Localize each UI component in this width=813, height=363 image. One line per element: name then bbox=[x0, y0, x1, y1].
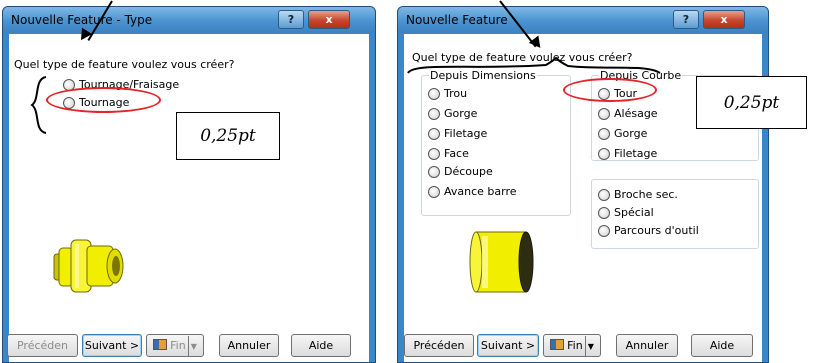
cancel-button[interactable]: Annuler bbox=[219, 334, 279, 357]
finish-icon bbox=[153, 339, 168, 350]
option-broche-sec[interactable]: Broche sec. bbox=[598, 188, 678, 201]
option-label: Parcours d'outil bbox=[614, 224, 699, 237]
option-gorge-courbe[interactable]: Gorge bbox=[598, 127, 647, 140]
radio-button[interactable] bbox=[598, 127, 610, 140]
help-button[interactable]: Aide bbox=[291, 334, 351, 357]
option-face[interactable]: Face bbox=[428, 147, 469, 160]
left-close-button[interactable]: x bbox=[308, 10, 350, 29]
left-question-label: Quel type de feature voulez vous créer? bbox=[14, 58, 235, 71]
radio-button[interactable] bbox=[428, 127, 440, 140]
left-client-area: Quel type de feature voulez vous créer? … bbox=[7, 34, 369, 362]
radio-button[interactable] bbox=[598, 188, 610, 201]
option-label: Broche sec. bbox=[614, 188, 678, 201]
chevron-down-icon: ▼ bbox=[187, 336, 197, 357]
option-filetage[interactable]: Filetage bbox=[428, 127, 487, 140]
right-window-title: Nouvelle Feature bbox=[406, 13, 508, 27]
left-annotation-box: 0,25pt bbox=[176, 112, 280, 160]
radio-button[interactable] bbox=[598, 147, 610, 160]
option-label: Découpe bbox=[444, 165, 493, 178]
option-gorge[interactable]: Gorge bbox=[428, 107, 477, 120]
option-label: Avance barre bbox=[444, 185, 517, 198]
option-label: Face bbox=[444, 147, 469, 160]
left-window-title: Nouvelle Feature - Type bbox=[11, 13, 153, 27]
finish-label: Fin bbox=[170, 339, 186, 352]
finish-label: Fin bbox=[567, 339, 583, 352]
radio-button[interactable] bbox=[598, 206, 610, 219]
right-button-bar: Précéden Suivant > Fin ▼ Annuler Aide bbox=[404, 320, 762, 362]
group-depuis-dimensions: Depuis Dimensions Trou Gorge Filetage Fa… bbox=[421, 69, 571, 216]
option-alesage[interactable]: Alésage bbox=[598, 107, 658, 120]
left-curly-brace-annotation bbox=[30, 76, 47, 134]
next-button[interactable]: Suivant > bbox=[82, 334, 142, 357]
right-title-bar: Nouvelle Feature ? x bbox=[398, 7, 768, 33]
radio-button[interactable] bbox=[428, 147, 440, 160]
next-button[interactable]: Suivant > bbox=[477, 334, 539, 357]
finish-icon bbox=[550, 339, 565, 350]
option-label: Filetage bbox=[614, 147, 658, 160]
previous-button[interactable]: Précéden bbox=[404, 334, 474, 357]
radio-button[interactable] bbox=[598, 224, 610, 237]
finish-button[interactable]: Fin ▼ bbox=[543, 334, 601, 357]
previous-button[interactable]: Précéden bbox=[7, 334, 78, 357]
left-dialog-window: Nouvelle Feature - Type ? x Quel type de… bbox=[2, 6, 376, 363]
help-button[interactable]: Aide bbox=[691, 334, 753, 357]
option-label: Filetage bbox=[444, 127, 488, 140]
chevron-down-icon: ▼ bbox=[584, 336, 594, 357]
left-title-bar: Nouvelle Feature - Type ? x bbox=[3, 7, 375, 33]
option-label: Gorge bbox=[444, 107, 478, 120]
option-avance-barre[interactable]: Avance barre bbox=[428, 185, 517, 198]
cancel-button[interactable]: Annuler bbox=[616, 334, 678, 357]
option-label: Alésage bbox=[614, 107, 658, 120]
option-filetage-courbe[interactable]: Filetage bbox=[598, 147, 657, 160]
right-part-preview-image bbox=[469, 231, 534, 293]
left-button-bar: Précéden Suivant > Fin ▼ Annuler Aide bbox=[7, 320, 369, 362]
right-highlight-oval bbox=[563, 78, 657, 102]
option-trou[interactable]: Trou bbox=[428, 87, 467, 100]
radio-button[interactable] bbox=[428, 185, 440, 198]
group-autres: Broche sec. Spécial Parcours d'outil bbox=[591, 179, 759, 249]
option-label: Gorge bbox=[614, 127, 648, 140]
option-label: Trou bbox=[444, 87, 468, 100]
right-annotation-box: 0,25pt bbox=[696, 76, 807, 129]
right-close-button[interactable]: x bbox=[703, 10, 745, 29]
radio-button[interactable] bbox=[428, 165, 440, 178]
option-label: Spécial bbox=[614, 206, 654, 219]
option-decoupe[interactable]: Découpe bbox=[428, 165, 493, 178]
finish-button[interactable]: Fin ▼ bbox=[146, 334, 204, 357]
right-curly-brace-annotation bbox=[407, 56, 661, 74]
radio-button[interactable] bbox=[598, 107, 610, 120]
right-help-button[interactable]: ? bbox=[673, 10, 699, 29]
radio-button[interactable] bbox=[428, 107, 440, 120]
radio-button[interactable] bbox=[428, 87, 440, 100]
left-part-preview-image bbox=[53, 239, 124, 293]
left-highlight-oval bbox=[46, 87, 161, 113]
left-help-button[interactable]: ? bbox=[278, 10, 304, 29]
option-parcours-outil[interactable]: Parcours d'outil bbox=[598, 224, 699, 237]
option-special[interactable]: Spécial bbox=[598, 206, 654, 219]
